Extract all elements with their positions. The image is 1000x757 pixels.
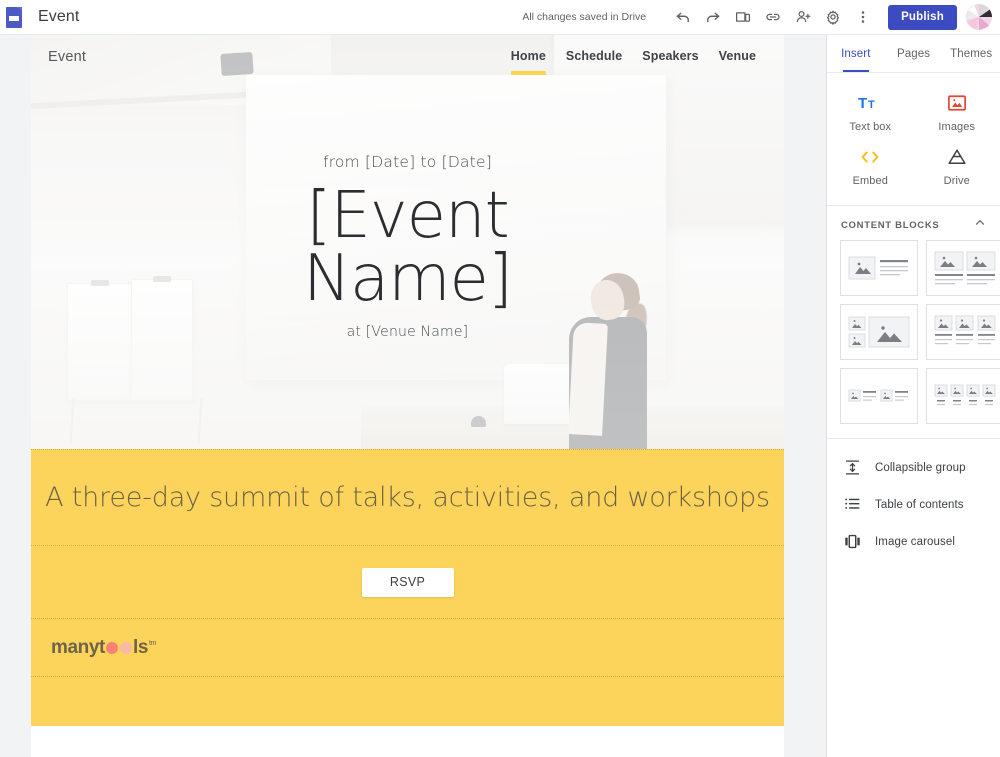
manytools-logo: manyt ls tm [51, 637, 156, 659]
more-vert-icon[interactable] [848, 2, 878, 32]
google-sites-icon[interactable] [6, 6, 22, 28]
logo-text-part-2: ls [132, 636, 149, 658]
nav-links: Home Schedule Speakers Venue [510, 49, 756, 75]
insert-panel: Insert Pages Themes T T Text box Images … [826, 35, 1000, 757]
content-block-three-image-columns[interactable] [926, 304, 1000, 360]
site-navigation: Event Home Schedule Speakers Venue [31, 35, 784, 79]
image-carousel-icon [841, 533, 863, 550]
insert-table-of-contents-button[interactable]: Table of contents [827, 486, 1000, 523]
workspace: Event Home Schedule Speakers Venue from … [0, 35, 1000, 757]
tab-insert[interactable]: Insert [827, 35, 885, 72]
content-blocks-header[interactable]: CONTENT BLOCKS [827, 210, 1000, 240]
nav-link-schedule[interactable]: Schedule [566, 49, 622, 66]
undo-icon[interactable] [668, 2, 698, 32]
content-block-two-image-text-pairs[interactable] [840, 368, 918, 424]
insert-widgets-list: Collapsible group Table of contents Imag… [827, 439, 1000, 570]
embed-code-icon [859, 146, 881, 168]
logo-text-part-1: manyt [51, 636, 105, 658]
tagline-text[interactable]: A three-day summit of talks, activities,… [45, 482, 770, 513]
tab-pages[interactable]: Pages [885, 35, 943, 72]
insert-embed-label: Embed [852, 175, 888, 187]
publish-button[interactable]: Publish [888, 4, 957, 30]
hero-section[interactable]: Event Home Schedule Speakers Venue from … [31, 35, 784, 449]
hero-venue[interactable]: at [Venue Name] [31, 324, 784, 340]
image-carousel-label: Image carousel [875, 535, 956, 548]
content-blocks-grid [827, 240, 1000, 439]
page-title[interactable]: Event [38, 8, 79, 26]
site-canvas[interactable]: Event Home Schedule Speakers Venue from … [31, 35, 784, 757]
hero-dates[interactable]: from [Date] to [Date] [31, 153, 784, 171]
copy-link-icon[interactable] [758, 2, 788, 32]
google-drive-icon [947, 146, 967, 168]
add-person-icon[interactable] [788, 2, 818, 32]
insert-drive-button[interactable]: Drive [914, 137, 1000, 191]
logo-trademark: tm [149, 639, 156, 647]
save-status-text: All changes saved in Drive [522, 11, 647, 23]
content-block-image-left-text-right[interactable] [840, 240, 918, 296]
content-block-two-small-left-one-large-right[interactable] [840, 304, 918, 360]
insert-text-box-button[interactable]: T T Text box [827, 83, 914, 137]
logo-dot-2 [119, 641, 132, 654]
images-icon [947, 92, 966, 114]
hero-title-line-2: Name] [303, 241, 513, 316]
insert-image-carousel-button[interactable]: Image carousel [827, 523, 1000, 560]
chevron-up-icon[interactable] [973, 216, 987, 235]
insert-drive-label: Drive [943, 175, 970, 187]
collapsible-group-label: Collapsible group [875, 461, 966, 474]
content-block-two-image-columns[interactable] [926, 240, 1000, 296]
hero-title[interactable]: [Event Name] [31, 179, 784, 316]
settings-gear-icon[interactable] [818, 2, 848, 32]
logo-dot-1 [105, 641, 118, 654]
app-toolbar: Event All changes saved in Drive Publish [0, 0, 1000, 35]
collapsible-group-icon [841, 459, 863, 476]
rsvp-button[interactable]: RSVP [361, 567, 454, 597]
svg-text:T: T [868, 99, 875, 111]
footer-logo-section[interactable]: manyt ls tm [31, 618, 784, 676]
content-block-four-image-columns[interactable] [926, 368, 1000, 424]
hero-text-group: from [Date] to [Date] [Event Name] at [V… [31, 153, 784, 340]
svg-text:T: T [858, 95, 867, 112]
insert-images-label: Images [938, 121, 976, 133]
insert-text-box-label: Text box [849, 121, 892, 133]
content-blocks-title: CONTENT BLOCKS [841, 219, 940, 231]
insert-collapsible-group-button[interactable]: Collapsible group [827, 449, 1000, 486]
nav-link-home[interactable]: Home [510, 49, 547, 75]
nav-link-speakers[interactable]: Speakers [642, 49, 698, 66]
preview-icon[interactable] [728, 2, 758, 32]
nav-link-venue[interactable]: Venue [719, 49, 756, 66]
site-name[interactable]: Event [48, 49, 86, 65]
table-of-contents-icon [841, 496, 863, 513]
insert-images-button[interactable]: Images [914, 83, 1000, 137]
tagline-section[interactable]: A three-day summit of talks, activities,… [31, 449, 784, 545]
insert-actions-grid: T T Text box Images Embed Drive [827, 73, 1000, 206]
tab-themes[interactable]: Themes [942, 35, 1000, 72]
insert-embed-button[interactable]: Embed [827, 137, 914, 191]
text-box-icon: T T [858, 92, 882, 114]
avatar[interactable] [966, 4, 992, 30]
cta-section[interactable]: RSVP [31, 545, 784, 618]
panel-tabs: Insert Pages Themes [827, 35, 1000, 73]
redo-icon[interactable] [698, 2, 728, 32]
table-of-contents-label: Table of contents [875, 498, 964, 511]
hero-title-line-1: [Event [306, 179, 509, 253]
bottom-empty-section[interactable] [31, 676, 784, 726]
